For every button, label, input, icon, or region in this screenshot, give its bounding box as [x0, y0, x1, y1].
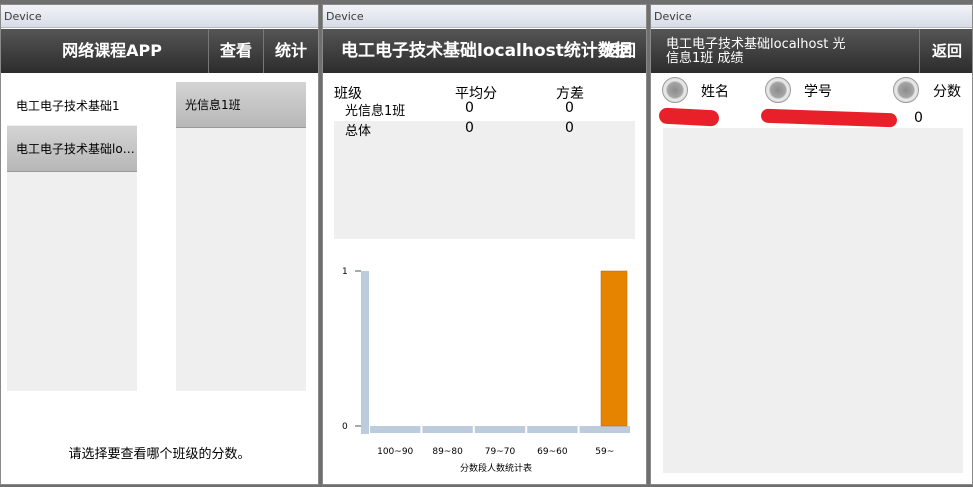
scores-title-line-2: 信息1班 成绩 [666, 51, 744, 66]
chart-bar [600, 270, 628, 427]
scores-list [663, 128, 963, 473]
chart-x-tick-label: 89~80 [432, 447, 463, 457]
sort-by-score-label: 分数 [933, 84, 961, 100]
stats-button[interactable]: 统计 [264, 29, 318, 73]
chart-x-axis-segment [370, 426, 421, 433]
total-label: 总体 [345, 124, 372, 139]
chart-x-axis-label: 分数段人数统计表 [460, 462, 532, 474]
row-average: 0 [465, 100, 474, 116]
chart-x-axis-segment [579, 426, 630, 433]
action-bar: 电工电子技术基础localhost 光 信息1班 成绩 返回 [651, 29, 972, 73]
student-row[interactable]: 0 [657, 107, 957, 129]
action-bar: 电工电子技术基础localhost统计数据 返回 [323, 29, 646, 73]
chart-y-axis [361, 271, 369, 434]
score-distribution-chart: 0 1 100~90 89~80 79~70 69~60 59~ 分数段人数统计表 [331, 257, 631, 479]
student-name [658, 107, 720, 127]
chart-x-axis-segment [474, 426, 526, 433]
header-average: 平均分 [455, 86, 497, 102]
statistics-table [334, 121, 635, 239]
row-variance: 0 [565, 100, 574, 116]
sort-by-id-label: 学号 [804, 84, 832, 100]
device-window-course-list: Device 网络课程APP 查看 统计 电工电子技术基础1 电工电子技术基础l… [0, 4, 319, 485]
chart-x-tick-label: 100~90 [377, 447, 413, 457]
row-class-name: 光信息1班 [345, 104, 406, 119]
chart-x-tick-label: 79~70 [485, 447, 516, 457]
sort-by-score-radio[interactable] [893, 77, 919, 103]
action-bar: 网络课程APP 查看 统计 [1, 29, 318, 73]
chart-y-tick-label: 0 [342, 422, 348, 432]
chart-x-axis-segment [527, 426, 578, 433]
sort-by-name-label: 姓名 [701, 84, 729, 100]
scores-title: 电工电子技术基础localhost 光 信息1班 成绩 [666, 29, 916, 73]
class-item-selected[interactable]: 光信息1班 [176, 82, 306, 128]
back-button[interactable]: 返回 [920, 29, 972, 73]
select-class-prompt: 请选择要查看哪个班级的分数。 [68, 447, 251, 462]
chart-background [331, 257, 631, 479]
course-item-selected[interactable]: 电工电子技术基础localhost [7, 126, 137, 172]
chart-x-tick-label: 59~ [595, 447, 614, 457]
sort-by-id-radio[interactable] [765, 77, 791, 103]
total-variance: 0 [565, 120, 574, 136]
back-button[interactable]: 返回 [593, 29, 646, 73]
device-window-class-scores: Device 电工电子技术基础localhost 光 信息1班 成绩 返回 姓名… [650, 4, 973, 485]
course-item[interactable]: 电工电子技术基础1 [7, 87, 137, 125]
chart-x-tick-label: 69~60 [537, 447, 568, 457]
device-title-bar: Device [651, 5, 972, 28]
scores-title-line-1: 电工电子技术基础localhost 光 [666, 37, 846, 52]
class-list [176, 82, 306, 391]
sort-by-name-radio[interactable] [662, 77, 688, 103]
device-title-bar: Device [1, 5, 318, 28]
student-score: 0 [914, 110, 923, 126]
student-id [760, 108, 898, 128]
total-average: 0 [465, 120, 474, 136]
view-button[interactable]: 查看 [209, 29, 263, 73]
device-title-bar: Device [323, 5, 646, 28]
chart-y-tick-label: 1 [342, 267, 348, 277]
app-title: 网络课程APP [62, 41, 162, 60]
device-window-statistics: Device 电工电子技术基础localhost统计数据 返回 班级 平均分 方… [322, 4, 647, 485]
chart-x-axis-segment [422, 426, 473, 433]
